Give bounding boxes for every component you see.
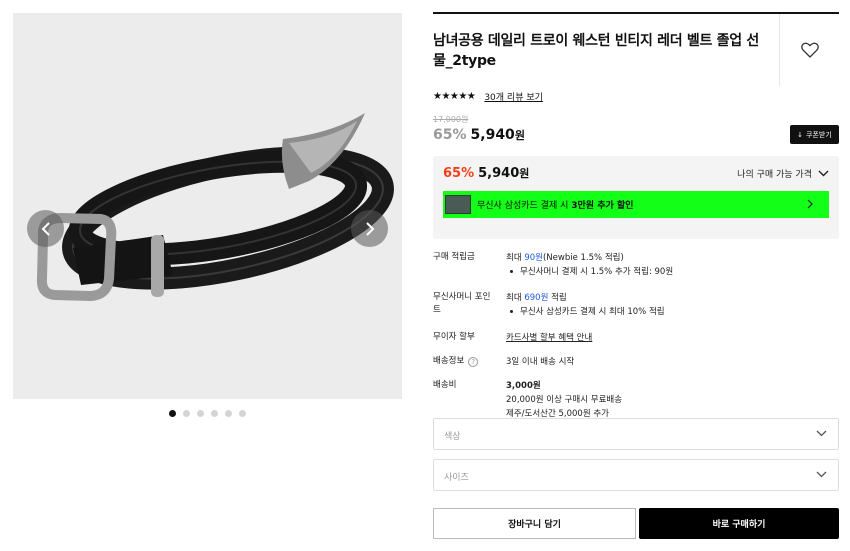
points-prefix: 최대 bbox=[506, 253, 525, 263]
pagination-dot[interactable] bbox=[239, 410, 246, 417]
image-pagination bbox=[169, 410, 246, 417]
my-price-toggle[interactable]: 나의 구매 가능 가격 bbox=[737, 167, 829, 180]
review-link[interactable]: 30개 리뷰 보기 bbox=[484, 90, 543, 103]
benefit-box: 65% 5,940 원 나의 구매 가능 가격 무신사 삼성카드 결제 시 3만… bbox=[433, 156, 839, 239]
product-image-gallery bbox=[13, 13, 402, 399]
chevron-down-icon bbox=[816, 430, 827, 437]
shipping-info-label: 배송정보? bbox=[433, 355, 493, 368]
pagination-dot[interactable] bbox=[225, 410, 232, 417]
sale-price: 5,940 bbox=[470, 127, 515, 143]
chevron-right-icon bbox=[807, 199, 813, 209]
chevron-right-icon bbox=[365, 221, 374, 236]
money-amount: 690원 bbox=[524, 293, 549, 303]
my-price-label: 나의 구매 가능 가격 bbox=[737, 170, 812, 180]
my-price-row: 65% 5,940 원 bbox=[443, 165, 529, 181]
card-promo-banner[interactable]: 무신사 삼성카드 결제 시 3만원 추가 할인 bbox=[443, 191, 829, 218]
help-icon[interactable]: ? bbox=[468, 357, 479, 367]
size-select-placeholder: 사이즈 bbox=[444, 473, 469, 483]
money-suffix: 적립 bbox=[548, 293, 567, 303]
money-prefix: 최대 bbox=[506, 293, 525, 303]
currency-unit: 원 bbox=[514, 129, 525, 142]
pagination-dot[interactable] bbox=[211, 410, 218, 417]
money-points-label: 무신사머니 포인트 bbox=[433, 292, 491, 315]
money-points-value: 최대 690원 적립 무신사 삼성카드 결제 시 최대 10% 적립 bbox=[506, 291, 836, 319]
divider bbox=[779, 14, 780, 86]
heart-icon bbox=[801, 42, 819, 58]
color-select-placeholder: 색상 bbox=[444, 432, 461, 442]
wishlist-button[interactable] bbox=[801, 42, 819, 62]
next-image-button[interactable] bbox=[351, 210, 388, 247]
promo-text-prefix: 무신사 삼성카드 결제 시 bbox=[477, 201, 572, 211]
card-icon bbox=[445, 195, 471, 214]
chevron-down-icon bbox=[818, 170, 829, 177]
download-icon: ↓ bbox=[797, 130, 804, 139]
money-bullet: 무신사 삼성카드 결제 시 최대 10% 적립 bbox=[506, 305, 836, 319]
pagination-dot[interactable] bbox=[183, 410, 190, 417]
product-info-panel: 남녀공용 데일리 트로이 웨스턴 빈티지 레더 벨트 졸업 선물_2type ★… bbox=[433, 12, 839, 539]
size-select[interactable]: 사이즈 bbox=[433, 459, 839, 491]
installment-link[interactable]: 카드사별 할부 혜택 안내 bbox=[506, 331, 836, 345]
shipping-fee-amount: 3,000원 bbox=[506, 381, 541, 391]
points-label: 구매 적립금 bbox=[433, 252, 475, 262]
benefit-price: 5,940 bbox=[478, 166, 520, 181]
promo-text: 무신사 삼성카드 결제 시 3만원 추가 할인 bbox=[477, 198, 633, 211]
installment-label: 무이자 할부 bbox=[433, 332, 475, 342]
coupon-button[interactable]: ↓ 쿠폰받기 bbox=[790, 125, 839, 144]
chevron-down-icon bbox=[816, 471, 827, 478]
product-title: 남녀공용 데일리 트로이 웨스턴 빈티지 레더 벨트 졸업 선물_2type bbox=[433, 33, 759, 69]
points-value: 최대 90원(Newbie 1.5% 적립) 무신사머니 결제 시 1.5% 추… bbox=[506, 251, 836, 279]
add-to-cart-button[interactable]: 장바구니 담기 bbox=[433, 508, 636, 539]
shipping-fee-value: 3,000원 20,000원 이상 구매시 무료배송 제주/도서산간 5,000… bbox=[506, 379, 836, 421]
shipping-info-label-text: 배송정보 bbox=[433, 356, 465, 366]
discount-rate: 65% bbox=[433, 127, 467, 143]
free-shipping-note: 20,000원 이상 구매시 무료배송 bbox=[506, 395, 623, 405]
coupon-button-label: 쿠폰받기 bbox=[806, 130, 832, 139]
pagination-dot[interactable] bbox=[197, 410, 204, 417]
chevron-left-icon bbox=[41, 221, 50, 236]
previous-image-button[interactable] bbox=[27, 210, 64, 247]
title-row: 남녀공용 데일리 트로이 웨스턴 빈티지 레더 벨트 졸업 선물_2type bbox=[433, 12, 839, 86]
benefit-discount-rate: 65% bbox=[443, 166, 475, 181]
buy-now-button[interactable]: 바로 구매하기 bbox=[639, 508, 839, 539]
product-photo-belt bbox=[36, 113, 394, 302]
pagination-dot[interactable] bbox=[169, 410, 176, 417]
currency-unit: 원 bbox=[519, 167, 530, 180]
original-price: 17,000원 bbox=[433, 115, 469, 124]
rating-summary: ★★★★★ 30개 리뷰 보기 bbox=[433, 90, 543, 103]
color-select[interactable]: 색상 bbox=[433, 418, 839, 450]
points-suffix: (Newbie 1.5% 적립) bbox=[542, 253, 624, 263]
shipping-info-value: 3일 이내 배송 시작 bbox=[506, 357, 575, 367]
points-amount: 90원 bbox=[524, 253, 543, 263]
shipping-fee-label: 배송비 bbox=[433, 380, 457, 390]
price-row: 65% 5,940 원 bbox=[433, 127, 525, 143]
star-rating: ★★★★★ bbox=[433, 91, 476, 102]
points-bullet: 무신사머니 결제 시 1.5% 추가 적립: 90원 bbox=[506, 265, 836, 279]
promo-text-highlight: 3만원 추가 할인 bbox=[571, 201, 634, 211]
